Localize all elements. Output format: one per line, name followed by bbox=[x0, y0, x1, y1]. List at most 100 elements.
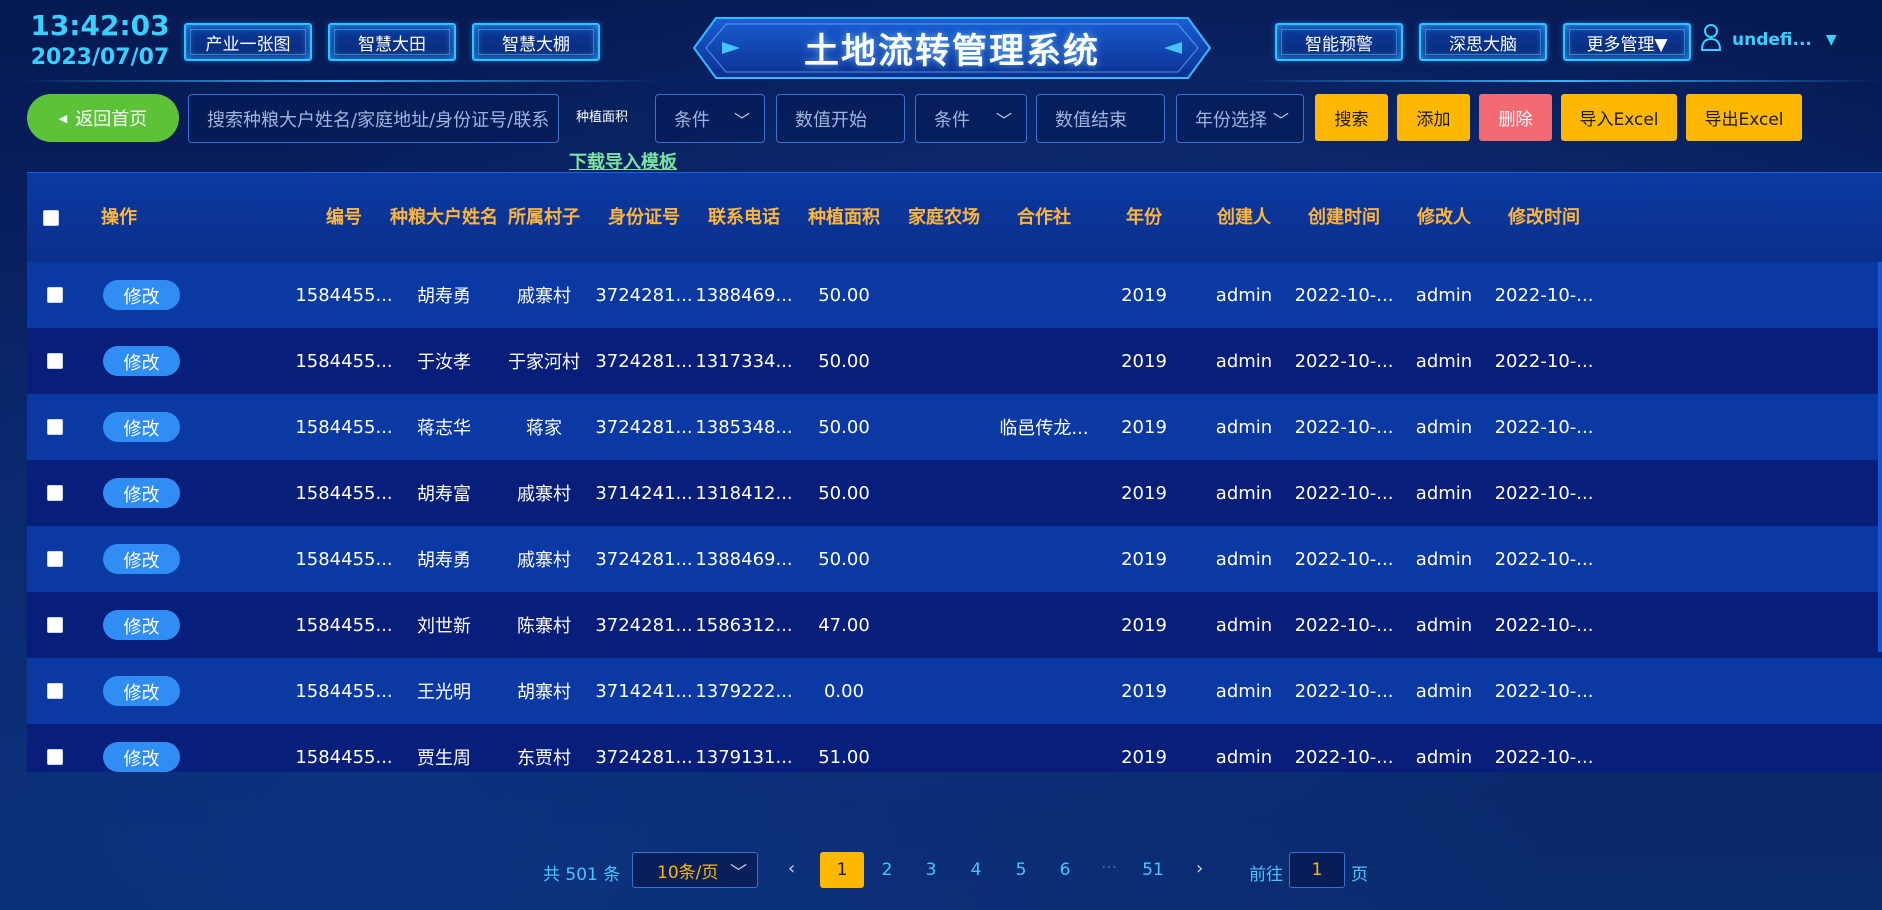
row-checkbox[interactable] bbox=[47, 287, 63, 303]
condition-select-start-value: 条件 bbox=[674, 109, 710, 131]
chevron-down-icon: ▼ bbox=[1825, 31, 1837, 48]
system-title-banner: 土地流转管理系统 bbox=[692, 16, 1212, 80]
user-menu[interactable]: undefi... ▼ bbox=[1700, 22, 1837, 57]
row-checkbox[interactable] bbox=[47, 749, 63, 765]
current-time: 13:42:03 bbox=[30, 9, 170, 42]
table-header: 操作 编号 种粮大户姓名 所属村子 身份证号 联系电话 种植面积 家庭农场 合作… bbox=[27, 172, 1882, 262]
table-cell: 2022-10-... bbox=[1494, 284, 1594, 306]
nav-smart-warning[interactable]: 智能预警 bbox=[1275, 23, 1403, 61]
edit-button[interactable]: 修改 bbox=[103, 280, 180, 310]
table-row: 修改 1584455... 于汝孝 于家河村 3724281... 1317334... 5… bbox=[27, 328, 1882, 394]
table-cell: 2022-10-... bbox=[1494, 680, 1594, 702]
nav-smart-greenhouse[interactable]: 智慧大棚 bbox=[472, 23, 600, 61]
page-4[interactable]: 4 bbox=[954, 852, 998, 888]
next-page-icon[interactable]: › bbox=[1196, 858, 1203, 879]
nav-more-management[interactable]: 更多管理▼ bbox=[1563, 23, 1691, 61]
table-cell: 2022-10-... bbox=[1494, 350, 1594, 372]
page-3[interactable]: 3 bbox=[909, 852, 953, 888]
edit-button[interactable]: 修改 bbox=[103, 610, 180, 640]
page-2[interactable]: 2 bbox=[865, 852, 909, 888]
value-end-input[interactable]: 数值结束 bbox=[1036, 94, 1165, 143]
row-checkbox[interactable] bbox=[47, 617, 63, 633]
condition-select-end-value: 条件 bbox=[934, 109, 970, 131]
table-cell: 2022-10-... bbox=[1494, 482, 1594, 504]
table-cell: 2022-10-... bbox=[1494, 746, 1594, 768]
user-icon bbox=[1700, 22, 1722, 57]
page-size-select[interactable]: 10条/页 ﹀ bbox=[632, 852, 758, 888]
edit-button[interactable]: 修改 bbox=[103, 346, 180, 376]
table-row: 修改 1584455... 贾生周 东贾村 3724281... 1379131... 51… bbox=[27, 724, 1882, 772]
page-ellipsis[interactable]: ··· bbox=[1101, 858, 1117, 878]
chevron-down-icon: ﹀ bbox=[730, 862, 747, 883]
pagination: 共 501 条 10条/页 ﹀ ‹ 1 2 3 4 5 6 ··· 51 › 前… bbox=[0, 852, 1882, 888]
download-template-link[interactable]: 下载导入模板 bbox=[569, 148, 677, 174]
condition-select-end[interactable]: 条件 ﹀ bbox=[915, 94, 1027, 143]
row-select-cell bbox=[45, 394, 65, 460]
clock: 13:42:03 2023/07/07 bbox=[20, 8, 180, 72]
chevron-down-icon: ﹀ bbox=[995, 111, 1012, 130]
add-button[interactable]: 添加 bbox=[1397, 94, 1470, 141]
table-row: 修改 1584455... 刘世新 陈寨村 3724281... 1586312... 47… bbox=[27, 592, 1882, 658]
row-actions-cell: 修改 bbox=[103, 658, 180, 724]
goto-unit: 页 bbox=[1351, 865, 1368, 885]
row-actions-cell: 修改 bbox=[103, 724, 180, 772]
header-divider-right bbox=[1238, 80, 1882, 82]
col-header-grower-name: 种粮大户姓名 bbox=[390, 207, 498, 228]
prev-page-icon[interactable]: ‹ bbox=[788, 858, 795, 879]
row-actions-cell: 修改 bbox=[103, 592, 180, 658]
goto-page-input[interactable]: 1 bbox=[1289, 852, 1345, 888]
table-row: 修改 1584455... 胡寿富 戚寨村 3714241... 1318412... 50… bbox=[27, 460, 1882, 526]
row-checkbox[interactable] bbox=[47, 551, 63, 567]
row-checkbox[interactable] bbox=[47, 353, 63, 369]
condition-select-start[interactable]: 条件 ﹀ bbox=[655, 94, 765, 143]
row-select-cell bbox=[45, 526, 65, 592]
value-start-input[interactable]: 数值开始 bbox=[776, 94, 905, 143]
page-size-value: 10条/页 bbox=[657, 862, 719, 883]
col-header-modified-time: 修改时间 bbox=[1508, 207, 1580, 228]
delete-button[interactable]: 删除 bbox=[1479, 94, 1552, 141]
user-name: undefi... bbox=[1732, 29, 1812, 50]
row-select-cell bbox=[45, 262, 65, 328]
year-select-value: 年份选择 bbox=[1195, 109, 1267, 131]
planting-area-label: 种植面积 bbox=[576, 110, 629, 125]
chevron-down-icon: ﹀ bbox=[733, 111, 750, 130]
nav-industry-map[interactable]: 产业一张图 bbox=[184, 23, 312, 61]
col-header-actions: 操作 bbox=[101, 207, 137, 228]
row-actions-cell: 修改 bbox=[103, 262, 180, 328]
row-checkbox[interactable] bbox=[47, 485, 63, 501]
edit-button[interactable]: 修改 bbox=[103, 412, 180, 442]
back-home-label: 返回首页 bbox=[75, 109, 148, 130]
header-divider-left bbox=[20, 80, 660, 82]
table-scrollbar[interactable] bbox=[1878, 262, 1882, 652]
row-actions-cell: 修改 bbox=[103, 460, 180, 526]
edit-button[interactable]: 修改 bbox=[103, 478, 180, 508]
edit-button[interactable]: 修改 bbox=[103, 676, 180, 706]
search-button[interactable]: 搜索 bbox=[1315, 94, 1388, 141]
back-arrow-icon: ◀ bbox=[58, 111, 68, 125]
import-excel-button[interactable]: 导入Excel bbox=[1561, 94, 1677, 141]
chevron-down-icon: ﹀ bbox=[1272, 111, 1289, 130]
export-excel-button[interactable]: 导出Excel bbox=[1686, 94, 1802, 141]
back-home-button[interactable]: ◀ 返回首页 bbox=[27, 94, 179, 142]
row-checkbox[interactable] bbox=[47, 683, 63, 699]
edit-button[interactable]: 修改 bbox=[103, 544, 180, 574]
current-date: 2023/07/07 bbox=[30, 45, 170, 70]
table-row: 修改 1584455... 蒋志华 蒋家 3724281... 1385348... 50.… bbox=[27, 394, 1882, 460]
nav-smart-field[interactable]: 智慧大田 bbox=[328, 23, 456, 61]
table-cell: 2022-10-... bbox=[1494, 614, 1594, 636]
year-select[interactable]: 年份选择 ﹀ bbox=[1176, 94, 1304, 143]
select-all-checkbox[interactable] bbox=[43, 210, 59, 226]
nav-deep-brain[interactable]: 深思大脑 bbox=[1419, 23, 1547, 61]
row-actions-cell: 修改 bbox=[103, 328, 180, 394]
page-5[interactable]: 5 bbox=[999, 852, 1043, 888]
edit-button[interactable]: 修改 bbox=[103, 742, 180, 772]
table-row: 修改 1584455... 胡寿勇 戚寨村 3724281... 1388469... 50… bbox=[27, 526, 1882, 592]
goto-label: 前往 bbox=[1249, 865, 1283, 885]
search-input[interactable]: 搜索种粮大户姓名/家庭地址/身份证号/联系 bbox=[188, 94, 559, 143]
page-51[interactable]: 51 bbox=[1131, 852, 1175, 888]
total-count: 共 501 条 bbox=[543, 865, 621, 885]
page-6[interactable]: 6 bbox=[1043, 852, 1087, 888]
row-checkbox[interactable] bbox=[47, 419, 63, 435]
page-1[interactable]: 1 bbox=[820, 852, 864, 888]
row-select-cell bbox=[45, 460, 65, 526]
